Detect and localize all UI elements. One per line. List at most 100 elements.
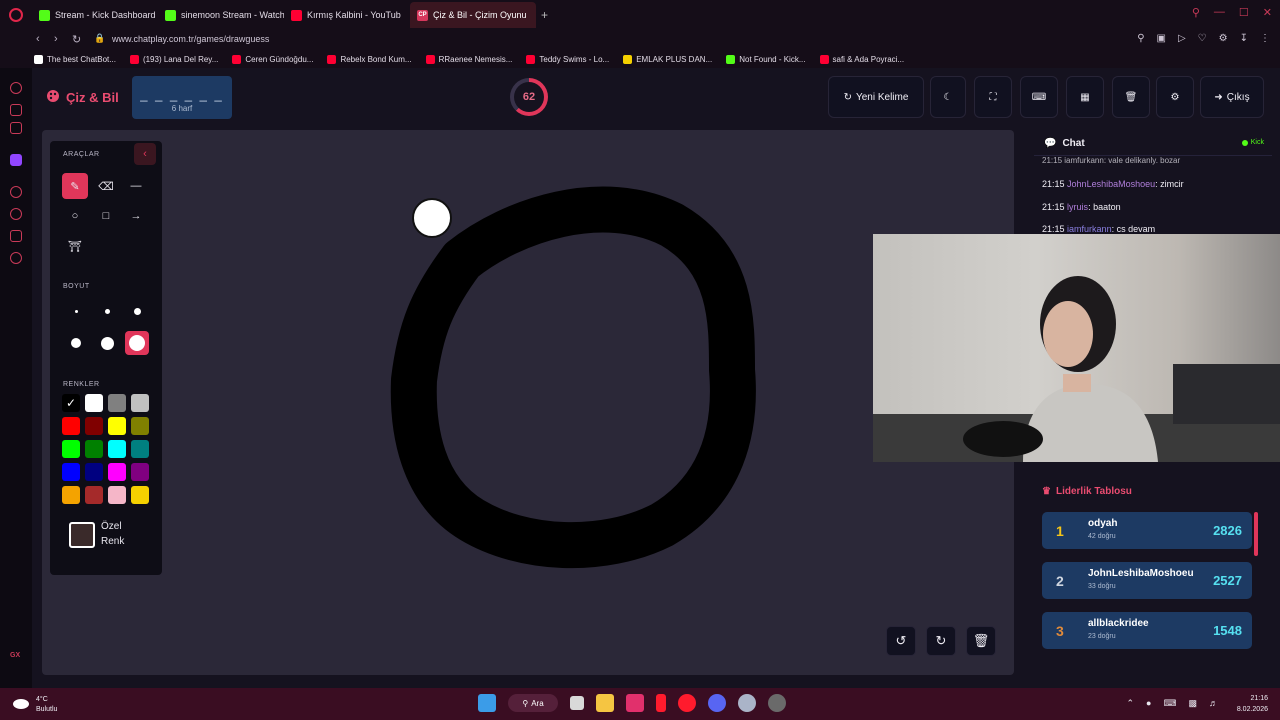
bookmark-item[interactable]: Teddy Swims - Lo...	[526, 54, 609, 64]
instagram-icon[interactable]	[10, 122, 22, 134]
message-user[interactable]: lyruis	[1067, 202, 1088, 212]
drawing-canvas[interactable]: ↺ ↻ 🗑	[42, 130, 1014, 675]
obs-icon[interactable]	[768, 694, 786, 712]
delete-button[interactable]: 🗑	[1112, 76, 1150, 118]
size-option-3[interactable]	[125, 299, 149, 323]
bookmark-item[interactable]: RRaenee Nemesis...	[425, 54, 512, 64]
color-swatch[interactable]	[131, 486, 149, 504]
color-swatch[interactable]	[108, 440, 126, 458]
download-icon[interactable]: ↧	[1240, 33, 1248, 44]
brush-tool[interactable]: ✎	[62, 173, 88, 199]
bookmark-item[interactable]: Not Found - Kick...	[726, 54, 806, 64]
steam-icon[interactable]	[738, 694, 756, 712]
clear-canvas-button[interactable]: 🗑	[966, 626, 996, 656]
file-explorer-icon[interactable]	[596, 694, 614, 712]
close-icon[interactable]: ✕	[1263, 6, 1272, 19]
color-swatch[interactable]	[131, 463, 149, 481]
messenger-icon[interactable]	[10, 104, 22, 116]
minimize-icon[interactable]: —	[1214, 6, 1225, 19]
exit-button[interactable]: ➜ Çıkış	[1200, 76, 1264, 118]
extensions-icon[interactable]	[10, 230, 22, 242]
rectangle-tool[interactable]: □	[93, 203, 119, 229]
brand[interactable]: Çiz & Bil	[46, 89, 119, 106]
search-icon[interactable]: ⚲	[1192, 6, 1200, 19]
custom-color-picker[interactable]	[69, 522, 95, 548]
size-option-5[interactable]	[95, 331, 119, 355]
tab-youtube[interactable]: Kırmış Kalbini - YouTub	[284, 2, 410, 28]
color-swatch[interactable]	[62, 486, 80, 504]
color-swatch[interactable]	[131, 394, 149, 412]
arrow-tool[interactable]: →	[123, 203, 149, 229]
microphone-icon[interactable]: ●	[1146, 698, 1151, 709]
message-user[interactable]: iamfurkann	[1067, 224, 1112, 232]
bookmark-item[interactable]: EMLAK PLUS DAN...	[623, 54, 712, 64]
menu-icon[interactable]: ⋮	[1260, 33, 1270, 44]
color-swatch[interactable]	[85, 440, 103, 458]
color-swatch[interactable]	[85, 417, 103, 435]
screenshot-icon[interactable]: ▣	[1157, 33, 1166, 44]
fill-tool[interactable]: ⛩	[62, 233, 88, 259]
url-field[interactable]: www.chatplay.com.tr/games/drawguess	[112, 34, 269, 44]
back-icon[interactable]: ‹	[36, 33, 40, 45]
undo-button[interactable]: ↺	[886, 626, 916, 656]
size-option-4[interactable]	[64, 331, 88, 355]
pin-icon[interactable]: ⚲	[1137, 33, 1144, 44]
size-option-1[interactable]	[64, 299, 88, 323]
collapse-panel-button[interactable]: ‹	[134, 143, 156, 165]
size-option-6[interactable]	[125, 331, 149, 355]
player-icon[interactable]	[10, 186, 22, 198]
new-word-button[interactable]: ↻ Yeni Kelime	[828, 76, 924, 118]
color-swatch[interactable]	[108, 486, 126, 504]
settings-button[interactable]: ⚙	[1156, 76, 1194, 118]
color-swatch[interactable]	[62, 463, 80, 481]
fullscreen-button[interactable]: ⛶	[974, 76, 1012, 118]
extensions-icon[interactable]: ⚙	[1219, 33, 1228, 44]
twitch-icon[interactable]	[10, 154, 22, 166]
line-tool[interactable]: —	[123, 173, 149, 199]
tab-ciz-bil[interactable]: CP Çiz & Bil - Çizim Oyunu	[410, 2, 536, 28]
bookmark-item[interactable]: safi & Ada Poyraci...	[819, 54, 904, 64]
forward-icon[interactable]: ›	[54, 33, 58, 45]
color-swatch[interactable]	[108, 463, 126, 481]
color-swatch[interactable]	[85, 486, 103, 504]
color-swatch[interactable]	[85, 463, 103, 481]
bookmark-item[interactable]: The best ChatBot...	[34, 54, 116, 64]
color-swatch[interactable]	[108, 394, 126, 412]
play-icon[interactable]: ▷	[1178, 33, 1186, 44]
opera-gx-icon[interactable]	[678, 694, 696, 712]
bookmark-item[interactable]: Ceren Gündoğdu...	[232, 54, 313, 64]
new-tab-button[interactable]: +	[536, 2, 556, 28]
keyboard-icon[interactable]: ⌨	[1163, 698, 1176, 709]
redo-button[interactable]: ↻	[926, 626, 956, 656]
archive-button[interactable]: ▦	[1066, 76, 1104, 118]
task-view-icon[interactable]	[570, 696, 584, 710]
search-button[interactable]: ⚲ Ara	[508, 694, 558, 712]
color-swatch[interactable]	[85, 394, 103, 412]
color-swatch[interactable]	[131, 417, 149, 435]
bookmark-item[interactable]: (193) Lana Del Rey...	[129, 54, 218, 64]
color-swatch[interactable]	[131, 440, 149, 458]
network-icon[interactable]: ▩	[1188, 698, 1197, 709]
scrollbar-thumb[interactable]	[1254, 512, 1258, 556]
tab-kick-dashboard[interactable]: Stream - Kick Dashboard	[32, 2, 158, 28]
instagram-icon[interactable]	[626, 694, 644, 712]
weather-widget[interactable]: 4°C Bulutlu	[12, 695, 57, 715]
circle-tool[interactable]: ○	[62, 203, 88, 229]
aria-icon[interactable]	[10, 82, 22, 94]
eraser-tool[interactable]: ⌫	[93, 173, 119, 199]
volume-icon[interactable]: ♬	[1209, 698, 1218, 709]
start-icon[interactable]	[478, 694, 496, 712]
maximize-icon[interactable]: ☐	[1239, 6, 1249, 19]
color-swatch[interactable]: ✓	[62, 394, 80, 412]
opera-icon[interactable]	[656, 694, 666, 712]
history-icon[interactable]	[10, 208, 22, 220]
dark-mode-button[interactable]: ☾	[930, 76, 966, 118]
message-user[interactable]: JohnLeshibaMoshoeu	[1067, 179, 1155, 189]
size-option-2[interactable]	[95, 299, 119, 323]
reload-icon[interactable]: ↻	[72, 33, 81, 46]
heart-icon[interactable]: ♡	[1198, 33, 1207, 44]
color-swatch[interactable]	[62, 440, 80, 458]
discord-icon[interactable]	[708, 694, 726, 712]
opera-logo[interactable]	[9, 8, 23, 22]
tab-sinemoon-stream[interactable]: sinemoon Stream - Watch	[158, 2, 284, 28]
